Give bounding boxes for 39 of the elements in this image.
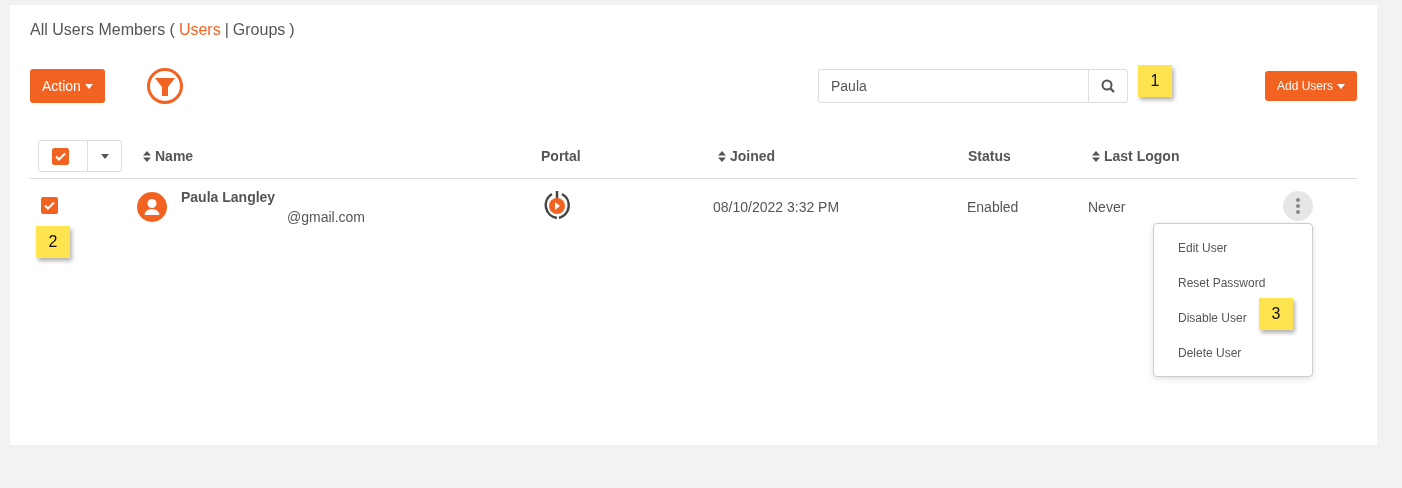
filter-icon[interactable] xyxy=(145,67,184,105)
sort-icon xyxy=(1092,150,1100,162)
select-all-checkbox-field[interactable] xyxy=(38,140,88,172)
menu-item[interactable]: Delete User xyxy=(1178,335,1242,370)
page-title: All Users Members ( xyxy=(30,21,175,39)
caret-icon xyxy=(100,153,109,159)
user-email: @gmail.com xyxy=(287,209,365,225)
caret-icon xyxy=(84,83,93,89)
column-header[interactable]: Last Logon xyxy=(1092,148,1283,164)
sort-icon xyxy=(143,150,151,162)
joined-date: 08/10/2022 3:32 PM xyxy=(713,198,841,215)
separator: | xyxy=(224,21,229,39)
view-tab[interactable]: Groups xyxy=(232,21,286,39)
menu-item[interactable]: Reset Password xyxy=(1178,265,1266,300)
column-header[interactable]: Joined xyxy=(718,148,968,164)
menu-item[interactable]: Edit User xyxy=(1178,230,1228,265)
column-header[interactable]: Name xyxy=(143,148,541,164)
status-text: Enabled xyxy=(967,198,1020,215)
select-all-checkbox[interactable] xyxy=(52,147,69,165)
last-logon: Never xyxy=(1088,198,1127,215)
check-icon xyxy=(55,151,66,161)
row-checkbox[interactable] xyxy=(41,197,58,214)
more-options-button[interactable] xyxy=(1283,191,1313,221)
column-header: Portal xyxy=(541,148,582,164)
kebab-icon xyxy=(1296,198,1300,214)
callout-note: 1 xyxy=(1138,65,1172,97)
check-icon xyxy=(44,201,55,210)
search-button[interactable] xyxy=(1087,69,1128,103)
closing-paren: ) xyxy=(289,21,295,39)
column-header: Status xyxy=(968,148,1012,164)
user-name: Paula Langley xyxy=(181,189,277,205)
callout-note: 3 xyxy=(1259,298,1293,330)
avatar-icon xyxy=(137,192,167,222)
search-icon xyxy=(1100,79,1115,93)
search-field[interactable]: Paula xyxy=(817,69,1088,103)
callout-note: 2 xyxy=(36,226,70,258)
caret-icon xyxy=(1337,83,1345,89)
sort-icon xyxy=(718,150,726,162)
menu-item[interactable]: Disable User xyxy=(1178,300,1247,335)
